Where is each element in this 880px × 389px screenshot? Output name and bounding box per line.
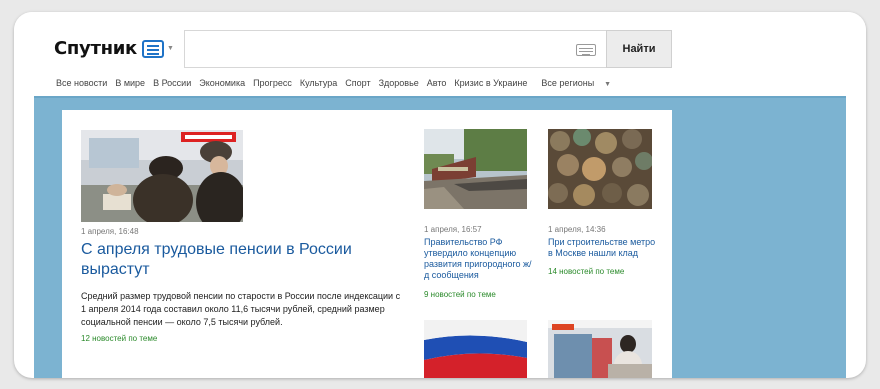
news-panel: 1 апреля, 16:48 С апреля трудовые пенсии… [62,110,672,378]
chevron-down-icon: ▼ [604,81,612,88]
nav-item-health[interactable]: Здоровье [379,78,419,88]
nav-item-culture[interactable]: Культура [300,78,337,88]
side-news-title[interactable]: При строительстве метро в Москве нашли к… [548,237,656,259]
side-related-news-link[interactable]: 9 новостей по теме [424,290,496,299]
nav-item-russia[interactable]: В России [153,78,191,88]
search-input[interactable] [184,30,606,68]
keyboard-icon[interactable] [576,44,596,56]
chevron-down-icon[interactable]: ▼ [167,45,174,52]
news-image-russian-flag[interactable] [424,320,527,378]
nav-item-progress[interactable]: Прогресс [253,78,292,88]
side-related-news-link[interactable]: 14 новостей по теме [548,267,624,276]
header: Спутник ▼ Найти Все новости В мире В Рос… [14,12,866,96]
nav-item-all-regions-label: Все регионы [541,78,595,88]
news-image-office[interactable] [548,320,652,378]
category-nav: Все новости В мире В России Экономика Пр… [56,78,627,88]
logo-text: Спутник [54,38,137,59]
side-news-title[interactable]: Правительство РФ утвердило концепцию раз… [424,237,532,281]
lead-related-news-link[interactable]: 12 новостей по теме [81,334,157,343]
lead-news-title[interactable]: С апреля трудовые пенсии в России выраст… [81,240,361,280]
lead-news-date: 1 апреля, 16:48 [81,227,139,236]
side-news-date: 1 апреля, 14:36 [548,225,606,234]
logo[interactable]: Спутник ▼ [54,38,174,59]
browser-frame: Спутник ▼ Найти Все новости В мире В Рос… [14,12,866,378]
lead-news-image[interactable] [81,130,243,222]
side-news-image[interactable] [548,129,652,209]
side-news-image[interactable] [424,129,527,209]
side-news-date: 1 апреля, 16:57 [424,225,482,234]
nav-item-sport[interactable]: Спорт [345,78,370,88]
nav-item-all-regions[interactable]: Все регионы ▼ [541,78,619,88]
nav-item-ukraine-crisis[interactable]: Кризис в Украине [454,78,527,88]
nav-item-all-news[interactable]: Все новости [56,78,107,88]
newspaper-icon [141,39,164,58]
search-button[interactable]: Найти [606,30,672,68]
nav-item-auto[interactable]: Авто [427,78,447,88]
nav-item-world[interactable]: В мире [115,78,145,88]
lead-news-summary: Средний размер трудовой пенсии по старос… [81,291,401,327]
nav-item-economy[interactable]: Экономика [199,78,245,88]
